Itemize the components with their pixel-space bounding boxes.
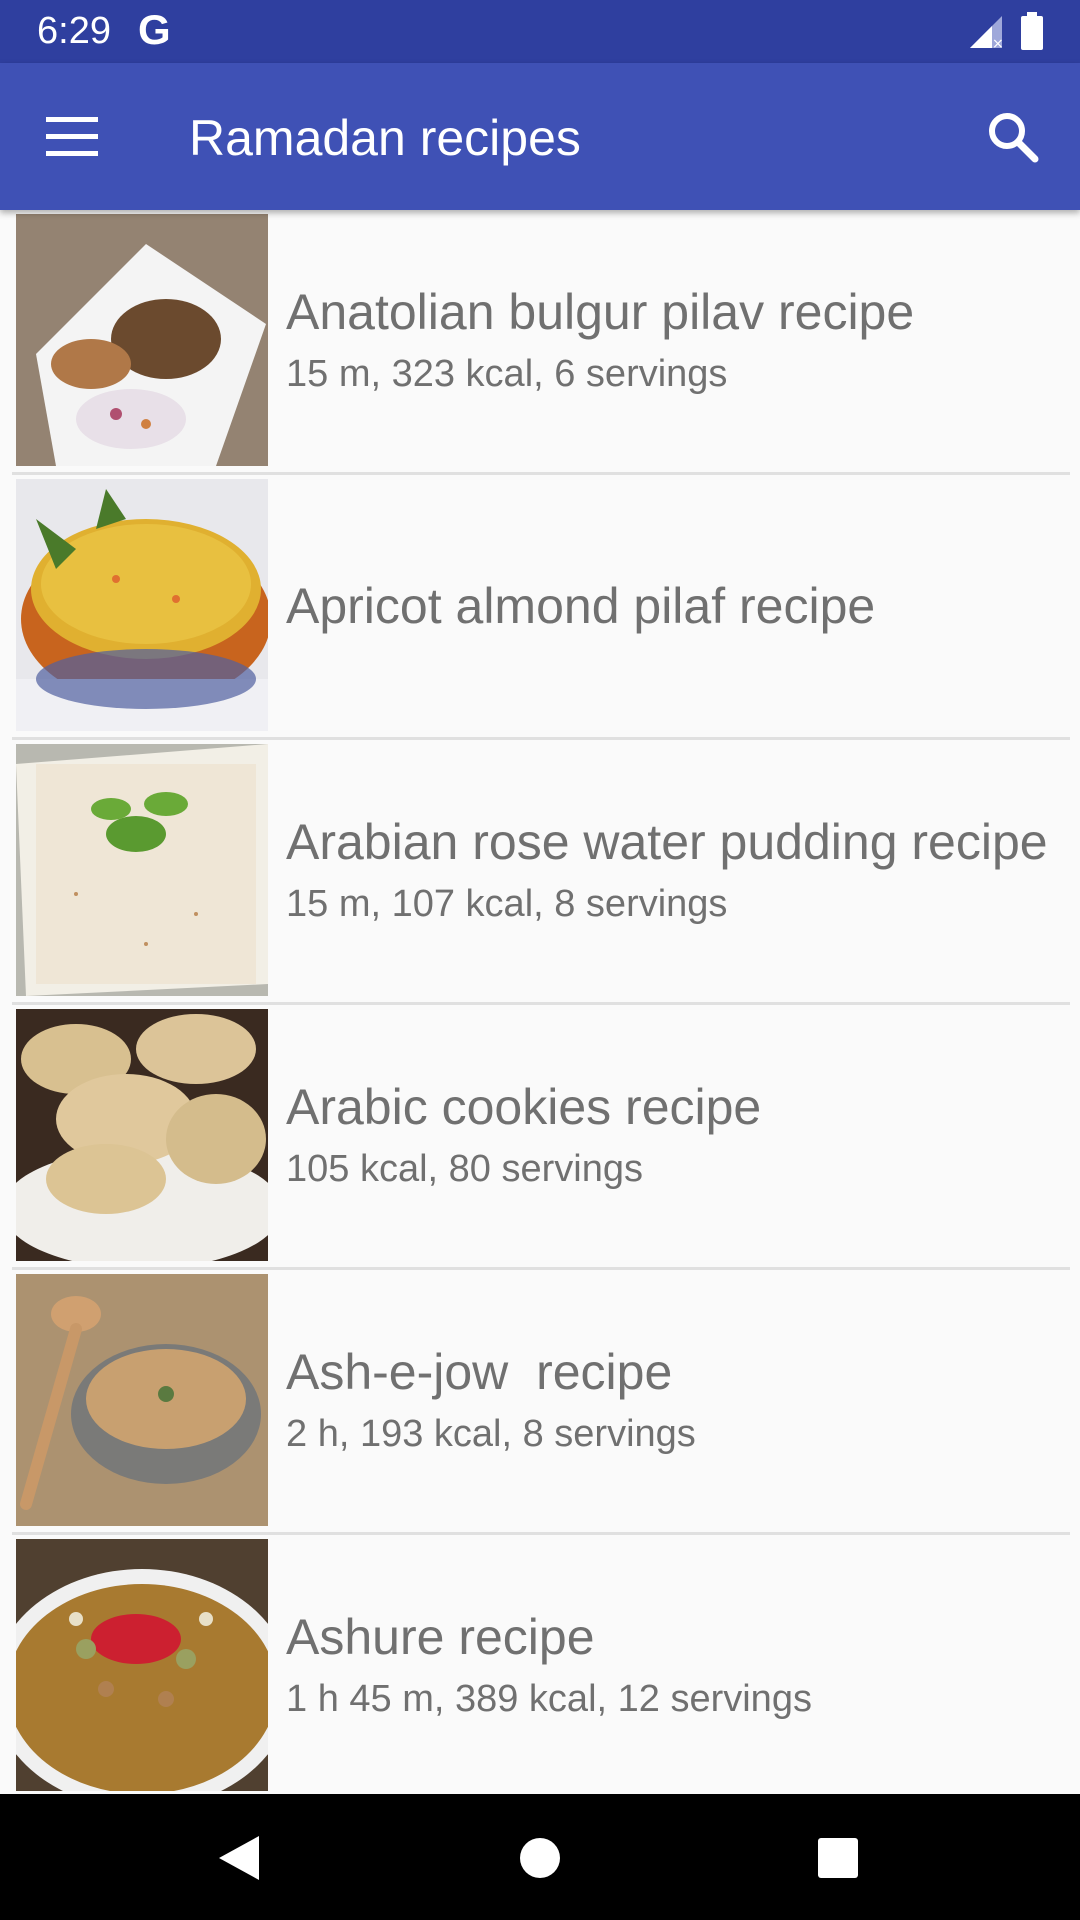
recipe-thumbnail xyxy=(16,1009,268,1261)
recipe-title: Arabian rose water pudding recipe xyxy=(286,814,1048,870)
hamburger-menu-icon[interactable] xyxy=(42,113,102,157)
recipe-thumbnail xyxy=(16,214,268,466)
app-bar: Ramadan recipes xyxy=(0,63,1080,210)
recipe-row[interactable]: Arabian rose water pudding recipe 15 m, … xyxy=(12,740,1070,1005)
recipe-meta: 105 kcal, 80 servings xyxy=(286,1148,643,1190)
status-time: 6:29 xyxy=(37,10,111,52)
search-icon[interactable] xyxy=(985,109,1041,165)
recipe-row[interactable]: Anatolian bulgur pilav recipe 15 m, 323 … xyxy=(12,210,1070,475)
recipe-thumbnail xyxy=(16,1539,268,1791)
recipe-title: Arabic cookies recipe xyxy=(286,1079,762,1135)
svg-text:×: × xyxy=(992,36,1004,50)
page-title: Ramadan recipes xyxy=(189,110,581,166)
recipe-title: Apricot almond pilaf recipe xyxy=(286,578,876,634)
recipe-meta: 2 h, 193 kcal, 8 servings xyxy=(286,1413,696,1455)
back-triangle-icon[interactable] xyxy=(211,1830,267,1886)
recipe-title: Ash-e-jow recipe xyxy=(286,1344,673,1400)
recipe-title: Ashure recipe xyxy=(286,1609,595,1665)
recipe-thumbnail xyxy=(16,744,268,996)
status-bar: 6:29 G × xyxy=(0,0,1080,63)
google-notification-icon: G xyxy=(138,6,171,53)
recipe-title: Anatolian bulgur pilav recipe xyxy=(286,284,915,340)
recipe-row[interactable]: Ashure recipe 1 h 45 m, 389 kcal, 12 ser… xyxy=(12,1535,1070,1794)
navigation-bar xyxy=(0,1794,1080,1920)
recipe-row[interactable]: Apricot almond pilaf recipe xyxy=(12,475,1070,740)
signal-icon: × xyxy=(970,16,1004,50)
recipe-meta: 1 h 45 m, 389 kcal, 12 servings xyxy=(286,1678,812,1720)
recents-square-icon[interactable] xyxy=(810,1830,866,1886)
recipe-row[interactable]: Ash-e-jow recipe 2 h, 193 kcal, 8 servin… xyxy=(12,1270,1070,1535)
recipe-thumbnail xyxy=(16,479,268,731)
battery-icon xyxy=(1021,12,1043,50)
recipe-list: Anatolian bulgur pilav recipe 15 m, 323 … xyxy=(0,210,1080,1794)
recipe-meta: 15 m, 107 kcal, 8 servings xyxy=(286,883,728,925)
recipe-row[interactable]: Arabic cookies recipe 105 kcal, 80 servi… xyxy=(12,1005,1070,1270)
recipe-thumbnail xyxy=(16,1274,268,1526)
recipe-meta: 15 m, 323 kcal, 6 servings xyxy=(286,353,728,395)
home-circle-icon[interactable] xyxy=(512,1830,568,1886)
